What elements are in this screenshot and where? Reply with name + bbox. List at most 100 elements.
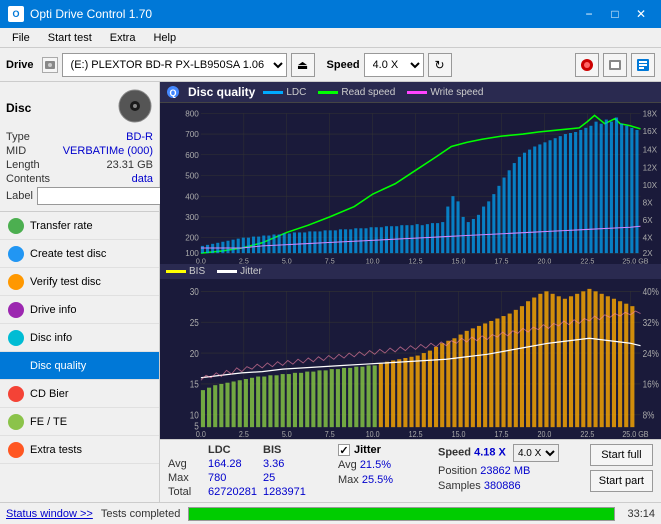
stats-area: LDC BIS Avg 164.28 3.36 Max 780 25 Total… bbox=[160, 439, 661, 502]
samples-val: 380886 bbox=[484, 480, 521, 492]
close-button[interactable]: ✕ bbox=[629, 4, 653, 24]
legend-write-speed: Write speed bbox=[407, 87, 483, 98]
svg-text:800: 800 bbox=[185, 109, 199, 118]
legend-jitter: Jitter bbox=[217, 266, 262, 277]
svg-text:5.0: 5.0 bbox=[282, 429, 292, 439]
sidebar-label-disc-info: Disc info bbox=[30, 332, 72, 344]
legend-ldc: LDC bbox=[263, 87, 306, 98]
status-text: Tests completed bbox=[101, 508, 180, 520]
svg-text:14X: 14X bbox=[643, 146, 658, 155]
start-part-button[interactable]: Start part bbox=[590, 470, 653, 492]
chart-title: Disc quality bbox=[188, 85, 255, 99]
chart-legend: LDC Read speed Write speed bbox=[263, 87, 483, 98]
stats-total-ldc: 62720281 bbox=[208, 486, 263, 498]
legend-bis-label: BIS bbox=[189, 266, 205, 277]
menu-file[interactable]: File bbox=[4, 30, 38, 46]
legend-write-speed-color bbox=[407, 91, 427, 94]
menu-start-test[interactable]: Start test bbox=[40, 30, 100, 46]
svg-text:300: 300 bbox=[185, 213, 199, 222]
toolbar-btn-2[interactable] bbox=[603, 53, 627, 77]
transfer-rate-icon bbox=[8, 218, 24, 234]
svg-text:10.0: 10.0 bbox=[366, 256, 380, 263]
legend-read-speed-label: Read speed bbox=[341, 87, 395, 98]
svg-text:10X: 10X bbox=[643, 181, 658, 190]
svg-text:0.0: 0.0 bbox=[196, 256, 206, 263]
fe-te-icon bbox=[8, 414, 24, 430]
toolbar-btn-3[interactable] bbox=[631, 53, 655, 77]
status-window-button[interactable]: Status window >> bbox=[6, 508, 93, 520]
nav-items: Transfer rate Create test disc Verify te… bbox=[0, 212, 159, 502]
maximize-button[interactable]: □ bbox=[603, 4, 627, 24]
sidebar-label-create-test-disc: Create test disc bbox=[30, 248, 106, 260]
svg-text:20.0: 20.0 bbox=[537, 429, 551, 439]
jitter-max-row: Max 25.5% bbox=[338, 474, 418, 486]
samples-row: Samples 380886 bbox=[438, 480, 559, 492]
disc-mid-value: VERBATIMe (000) bbox=[63, 145, 153, 157]
disc-contents-row: Contents data bbox=[6, 173, 153, 185]
speed-row: Speed 4.18 X 4.0 X bbox=[438, 444, 559, 462]
svg-text:700: 700 bbox=[185, 130, 199, 139]
svg-text:2.5: 2.5 bbox=[239, 256, 249, 263]
svg-text:15: 15 bbox=[190, 378, 199, 389]
charts-container: 800 700 600 500 400 300 200 100 18X 16X … bbox=[160, 103, 661, 439]
menu-help[interactable]: Help bbox=[145, 30, 184, 46]
sidebar-item-drive-info[interactable]: Drive info bbox=[0, 296, 159, 324]
speed-select-stats[interactable]: 4.0 X bbox=[513, 444, 559, 462]
disc-mid-label: MID bbox=[6, 145, 26, 157]
bottom-chart-svg: 30 25 20 15 10 5 40% 32% 24% 16% 8% bbox=[160, 279, 661, 440]
sidebar-label-transfer-rate: Transfer rate bbox=[30, 220, 93, 232]
ldc-bis-stats: LDC BIS Avg 164.28 3.36 Max 780 25 Total… bbox=[168, 444, 318, 498]
sidebar-item-extra-tests[interactable]: Extra tests bbox=[0, 436, 159, 464]
stats-empty-header bbox=[168, 444, 208, 456]
disc-contents-label: Contents bbox=[6, 173, 50, 185]
svg-text:2.5: 2.5 bbox=[239, 429, 249, 439]
svg-text:22.5: 22.5 bbox=[580, 256, 594, 263]
drive-label: Drive bbox=[6, 59, 34, 71]
disc-length-label: Length bbox=[6, 159, 40, 171]
svg-text:25.0 GB: 25.0 GB bbox=[622, 429, 648, 439]
minimize-button[interactable]: − bbox=[577, 4, 601, 24]
action-buttons: Start full Start part bbox=[590, 444, 653, 492]
legend-read-speed: Read speed bbox=[318, 87, 395, 98]
stats-avg-ldc: 164.28 bbox=[208, 458, 263, 470]
status-time: 33:14 bbox=[627, 508, 655, 520]
sidebar-item-verify-test-disc[interactable]: Verify test disc bbox=[0, 268, 159, 296]
disc-panel: Disc Type BD-R MID VERBATIMe (000) Leng bbox=[0, 82, 159, 212]
legend-write-speed-label: Write speed bbox=[430, 87, 483, 98]
svg-text:200: 200 bbox=[185, 234, 199, 243]
disc-length-row: Length 23.31 GB bbox=[6, 159, 153, 171]
eject-button[interactable]: ⏏ bbox=[291, 53, 315, 77]
svg-text:17.5: 17.5 bbox=[495, 429, 509, 439]
disc-label-input[interactable] bbox=[37, 187, 175, 205]
sidebar-item-disc-info[interactable]: Disc info bbox=[0, 324, 159, 352]
jitter-label: Jitter bbox=[354, 444, 381, 456]
svg-text:5.0: 5.0 bbox=[282, 256, 292, 263]
start-full-button[interactable]: Start full bbox=[590, 444, 653, 466]
legend-bis: BIS bbox=[166, 266, 205, 277]
stats-max-label: Max bbox=[168, 472, 208, 484]
drive-icon bbox=[42, 57, 58, 73]
sidebar-item-transfer-rate[interactable]: Transfer rate bbox=[0, 212, 159, 240]
disc-title: Disc bbox=[6, 101, 31, 115]
progress-bar bbox=[188, 507, 615, 521]
menubar: File Start test Extra Help bbox=[0, 28, 661, 48]
sidebar-item-disc-quality[interactable]: Disc quality bbox=[0, 352, 159, 380]
toolbar-btn-1[interactable] bbox=[575, 53, 599, 77]
sidebar-item-cd-bier[interactable]: CD Bier bbox=[0, 380, 159, 408]
extra-tests-icon bbox=[8, 442, 24, 458]
refresh-button[interactable]: ↻ bbox=[428, 53, 452, 77]
svg-text:18X: 18X bbox=[643, 109, 658, 118]
svg-text:400: 400 bbox=[185, 192, 199, 201]
speed-select[interactable]: 4.0 X bbox=[364, 53, 424, 77]
jitter-checkbox[interactable]: ✓ bbox=[338, 444, 350, 456]
toolbar: Drive (E:) PLEXTOR BD-R PX-LB950SA 1.06 … bbox=[0, 48, 661, 82]
cd-bier-icon bbox=[8, 386, 24, 402]
sidebar-item-fe-te[interactable]: FE / TE bbox=[0, 408, 159, 436]
legend-jitter-label: Jitter bbox=[240, 266, 262, 277]
drive-select[interactable]: (E:) PLEXTOR BD-R PX-LB950SA 1.06 bbox=[62, 53, 287, 77]
sidebar-label-extra-tests: Extra tests bbox=[30, 444, 82, 456]
menu-extra[interactable]: Extra bbox=[102, 30, 144, 46]
svg-text:12X: 12X bbox=[643, 163, 658, 172]
sidebar-item-create-test-disc[interactable]: Create test disc bbox=[0, 240, 159, 268]
sidebar-label-disc-quality: Disc quality bbox=[30, 360, 86, 372]
